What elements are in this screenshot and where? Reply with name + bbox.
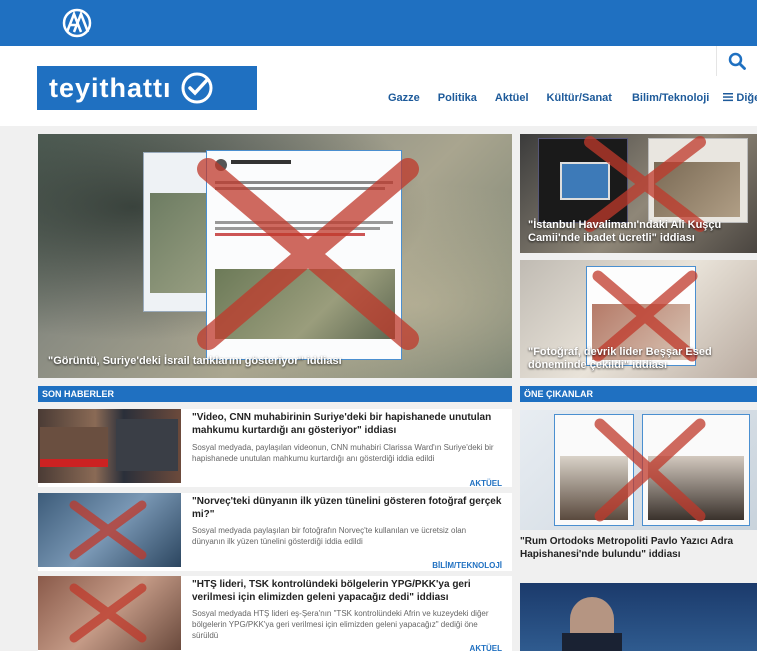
news-category[interactable]: BİLİM/TEKNOLOJİ [432, 561, 502, 570]
one-cikanlar-header: ÖNE ÇIKANLAR [520, 386, 757, 402]
nav-item-kultur-sanat[interactable]: Kültür/Sanat [547, 92, 612, 104]
hero-article[interactable]: "Görüntü, Suriye'deki İsrail tanklarını … [38, 134, 512, 378]
nav-item-aktuel[interactable]: Aktüel [495, 92, 529, 104]
hero-caption[interactable]: "Görüntü, Suriye'deki İsrail tanklarını … [48, 354, 488, 368]
false-claim-x-mark [69, 500, 147, 560]
aa-logo[interactable] [60, 8, 94, 38]
news-description: Sosyal medyada paylaşılan bir fotoğrafın… [192, 526, 467, 546]
search-button[interactable] [716, 46, 757, 76]
news-title[interactable]: "Norveç'teki dünyanın ilk yüzen tünelini… [192, 495, 502, 521]
top-bar [0, 0, 757, 46]
news-category[interactable]: AKTÜEL [470, 479, 502, 488]
side-article-1[interactable]: "İstanbul Havalimanı'ndaki Ali Kuşçu Cam… [520, 134, 757, 253]
nav-item-more[interactable]: Diğe [723, 92, 757, 104]
false-claim-x-mark [594, 418, 706, 522]
side-2-caption[interactable]: "Fotoğraf, devrik lider Beşşar Esed döne… [528, 346, 750, 372]
nav-item-gazze[interactable]: Gazze [388, 92, 420, 104]
news-title[interactable]: "Video, CNN muhabirinin Suriye'deki bir … [192, 411, 502, 437]
news-description: Sosyal medyada, paylaşılan videonun, CNN… [192, 443, 494, 463]
nav-item-bilim-teknoloji[interactable]: Bilim/Teknoloji [632, 92, 709, 104]
news-item[interactable]: "Norveç'teki dünyanın ilk yüzen tünelini… [38, 493, 512, 571]
featured-article-2[interactable] [520, 583, 757, 651]
search-icon [728, 52, 746, 70]
check-circle-icon [181, 72, 213, 104]
brand-name: teyithattı [49, 72, 172, 103]
side-1-caption[interactable]: "İstanbul Havalimanı'ndaki Ali Kuşçu Cam… [528, 219, 750, 245]
news-category[interactable]: AKTÜEL [470, 644, 502, 653]
featured-article[interactable] [520, 410, 757, 530]
teyithatti-logo[interactable]: teyithattı [37, 66, 257, 110]
son-haberler-header: SON HABERLER [38, 386, 512, 402]
news-description: Sosyal medyada HTŞ lideri eş-Şera'nın "T… [192, 609, 489, 640]
news-item[interactable]: "HTŞ lideri, TSK kontrolündeki bölgeleri… [38, 576, 512, 653]
news-thumbnail [38, 493, 181, 567]
nav-item-more-label: Diğe [736, 92, 757, 104]
menu-icon [723, 93, 734, 102]
nav-item-politika[interactable]: Politika [438, 92, 477, 104]
featured-title[interactable]: "Rum Ortodoks Metropoliti Pavlo Yazıcı A… [520, 535, 757, 561]
news-item[interactable]: "Video, CNN muhabirinin Suriye'deki bir … [38, 409, 512, 488]
news-title[interactable]: "HTŞ lideri, TSK kontrolündeki bölgeleri… [192, 578, 502, 604]
false-claim-x-mark [197, 158, 419, 350]
main-nav: Gazze Politika Aktüel Kültür/Sanat Bilim… [388, 92, 757, 104]
side-article-2[interactable]: "Fotoğraf, devrik lider Beşşar Esed döne… [520, 260, 757, 378]
news-thumbnail [38, 409, 181, 483]
false-claim-x-mark [69, 583, 147, 643]
news-thumbnail [38, 576, 181, 650]
